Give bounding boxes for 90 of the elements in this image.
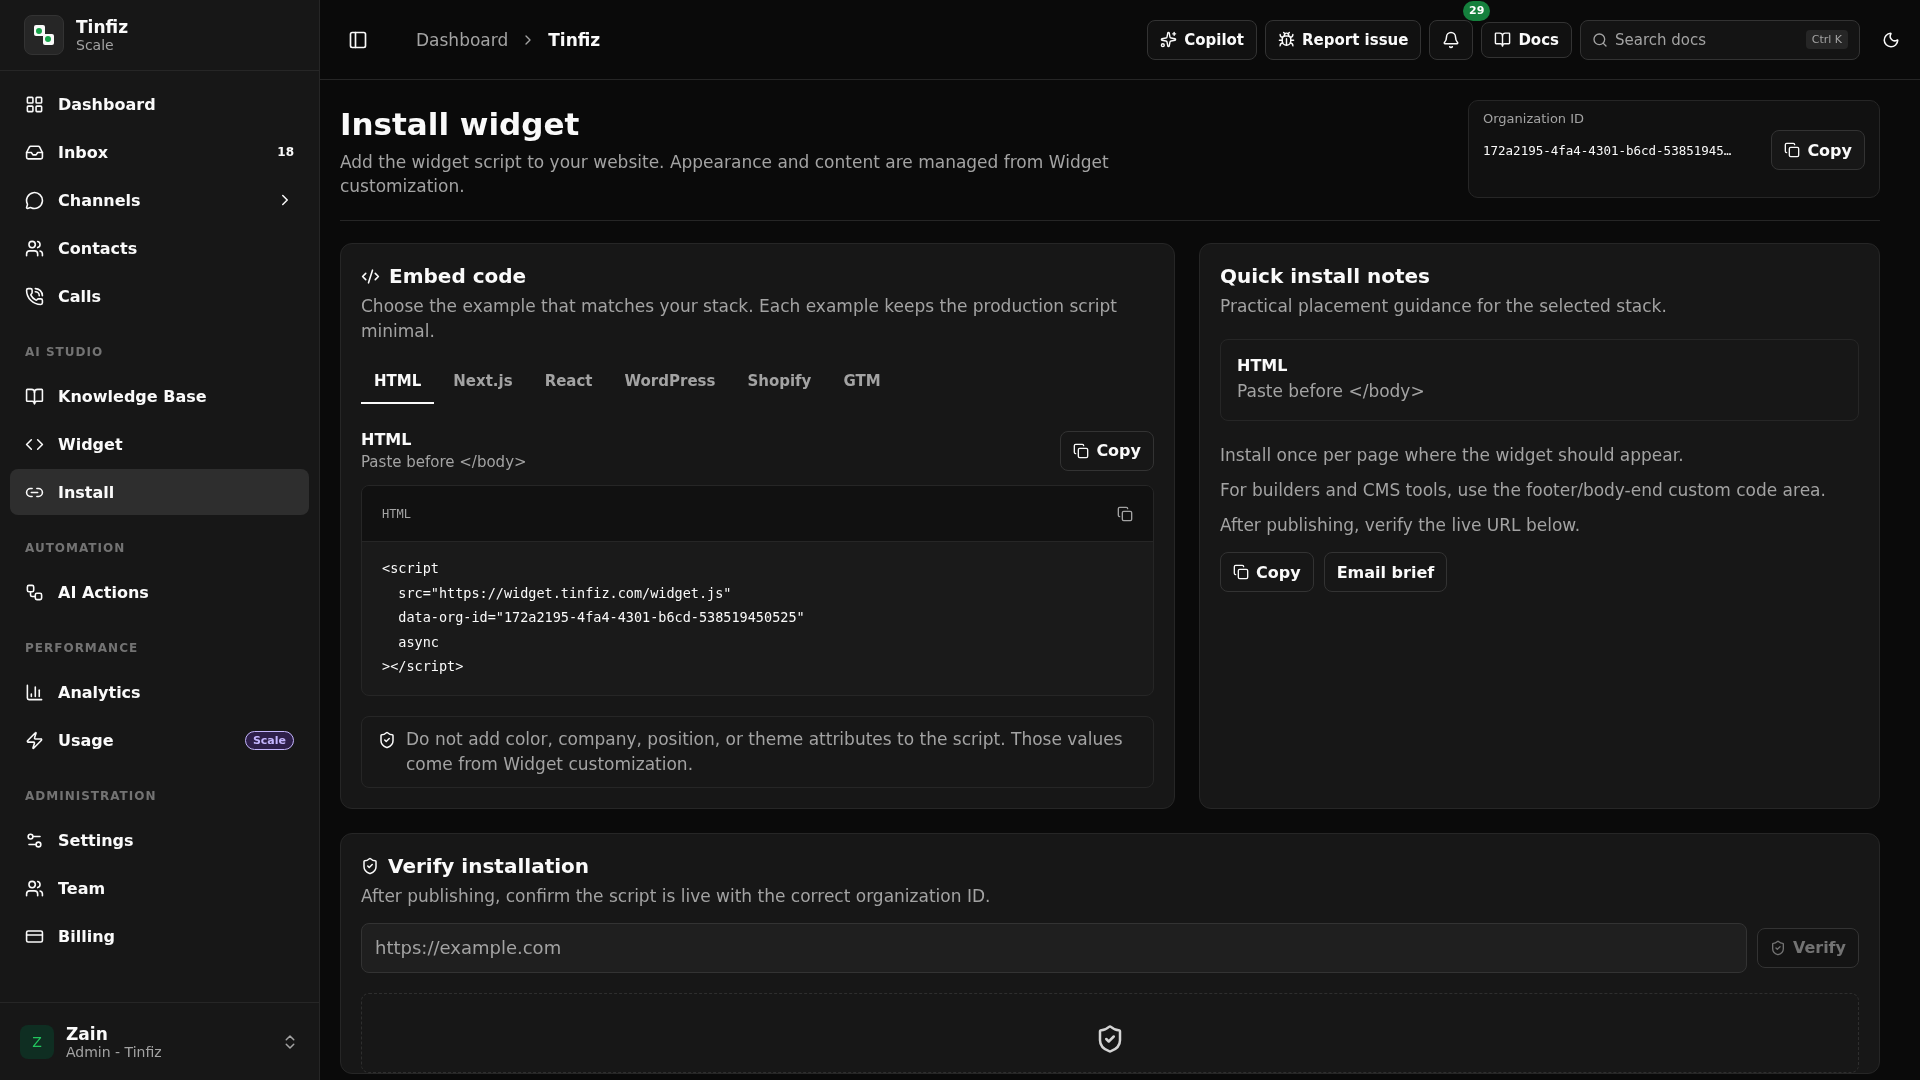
- copy-button[interactable]: Copy: [1060, 430, 1154, 471]
- lightning-icon: [25, 730, 44, 750]
- nav-item[interactable]: AI Actions: [10, 569, 309, 615]
- sparkles-icon: [1160, 31, 1178, 48]
- organization-id: 172a2195-4fa4-4301-b6cd-53851945…: [1483, 142, 1732, 158]
- field-label: Organization ID: [1483, 111, 1586, 126]
- tab[interactable]: Next.js: [440, 364, 526, 404]
- workflow-icon: [25, 582, 44, 602]
- card-title: Quick install notes: [1220, 264, 1431, 288]
- brand-plan: Scale: [76, 37, 115, 53]
- nav-item[interactable]: Widget: [10, 421, 309, 467]
- note-text: Do not add color, company, position, or theme attributes to the script. Those values come from Widget customization.: [406, 727, 1124, 776]
- code-text: <script src="https://widget.tinfiz.com/widget.js" data-org-id="172a2195-4fa4-4301-b6cd-538519450525" async ></script>: [381, 559, 806, 676]
- section-heading: AUTOMATION: [24, 540, 127, 557]
- nav-item[interactable]: Settings: [10, 817, 309, 863]
- copilot-button[interactable]: Copilot: [1147, 19, 1257, 60]
- nav-item[interactable]: Analytics: [10, 669, 309, 715]
- panel-icon: [348, 29, 368, 50]
- note-line: For builders and CMS tools, use the footer/body-end custom code area.: [1220, 479, 1827, 502]
- nav-item[interactable]: Install: [10, 469, 309, 515]
- copy-button[interactable]: Copy: [1220, 552, 1314, 592]
- card-description: Choose the example that matches your stack. Each example keeps the production script minimal.: [361, 295, 1118, 343]
- docs-button[interactable]: Docs: [1481, 21, 1572, 58]
- notification-badge: 29: [1463, 0, 1491, 21]
- nav-item[interactable]: Knowledge Base: [10, 373, 309, 419]
- dashboard-icon: [25, 94, 44, 114]
- brand-logo: [24, 15, 64, 55]
- user-role: Admin - Tinfiz: [66, 1043, 163, 1060]
- bell-icon: [1442, 30, 1461, 49]
- card-description: After publishing, confirm the script is live with the correct organization ID.: [361, 884, 992, 908]
- shield-icon: [1769, 939, 1786, 956]
- tab[interactable]: GTM: [830, 364, 894, 404]
- shield-icon: [361, 856, 379, 875]
- people-icon: [25, 238, 44, 258]
- section-heading: ADMINISTRATION: [24, 788, 158, 805]
- breadcrumb-current: Tinfiz: [548, 29, 601, 50]
- moon-icon: [1882, 30, 1900, 49]
- email-brief-button[interactable]: Email brief: [1323, 552, 1448, 592]
- nav-item[interactable]: Billing: [10, 913, 309, 959]
- nav-item[interactable]: Contacts: [10, 225, 309, 271]
- nav-item[interactable]: Dashboard: [10, 81, 309, 127]
- section-heading: PERFORMANCE: [24, 640, 140, 657]
- code-icon: [361, 266, 380, 286]
- nav-item[interactable]: Calls: [10, 273, 309, 319]
- stack-hint: Paste before </body>: [1237, 380, 1426, 403]
- copy-icon: [1784, 142, 1801, 158]
- note-line: After publishing, verify the live URL below.: [1220, 514, 1582, 537]
- note-line: Install once per page where the widget should appear.: [1220, 444, 1685, 467]
- copy-icon: [1233, 564, 1249, 580]
- user-avatar: Z: [20, 1024, 54, 1059]
- book-icon: [1494, 31, 1512, 48]
- plan-badge: Scale: [244, 730, 294, 750]
- book-icon: [25, 386, 44, 406]
- copy-icon[interactable]: [1117, 505, 1133, 522]
- nav-item[interactable]: Team: [10, 865, 309, 911]
- search-icon: [1592, 31, 1608, 48]
- tab[interactable]: HTML: [361, 364, 435, 404]
- section-heading: AI STUDIO: [24, 344, 105, 361]
- unread-count: 18: [277, 145, 294, 159]
- tab[interactable]: WordPress: [611, 364, 729, 404]
- brand-name: Tinfiz: [76, 17, 129, 37]
- bar-chart-icon: [25, 682, 44, 702]
- phone-icon: [25, 286, 44, 306]
- tab[interactable]: Shopify: [734, 364, 825, 404]
- breadcrumb-link[interactable]: Dashboard: [416, 29, 509, 50]
- notifications-button[interactable]: [1429, 19, 1474, 60]
- card-description: Practical placement guidance for the selected stack.: [1220, 295, 1668, 318]
- copy-icon: [1073, 442, 1090, 459]
- copy-button[interactable]: Copy: [1771, 130, 1865, 170]
- page-title: Install widget: [340, 106, 581, 142]
- page-subtitle: Add the widget script to your website. Appearance and content are managed from Widget customization.: [340, 151, 1110, 198]
- user-name: Zain: [66, 1023, 109, 1044]
- inbox-icon: [25, 142, 44, 162]
- tab[interactable]: React: [531, 364, 606, 404]
- nav-item[interactable]: Channels: [10, 177, 309, 223]
- snippet-hint: Paste before </body>: [361, 453, 527, 471]
- card-title: Embed code: [389, 264, 527, 288]
- code-language: HTML: [382, 506, 411, 521]
- people-icon: [25, 878, 44, 898]
- nav-item[interactable]: Usage Scale: [10, 717, 309, 763]
- settings-icon: [25, 830, 44, 850]
- bug-icon: [1278, 31, 1295, 48]
- snippet-title: HTML: [361, 430, 413, 449]
- report-issue-button[interactable]: Report issue: [1265, 19, 1422, 60]
- stack-title: HTML: [1237, 356, 1289, 375]
- shield-icon: [378, 730, 396, 749]
- nav-item[interactable]: Inbox 18: [10, 129, 309, 175]
- user-menu[interactable]: Z Zain Admin - Tinfiz: [0, 1002, 319, 1080]
- card-title: Verify installation: [388, 853, 590, 878]
- chat-bubble-icon: [25, 190, 44, 210]
